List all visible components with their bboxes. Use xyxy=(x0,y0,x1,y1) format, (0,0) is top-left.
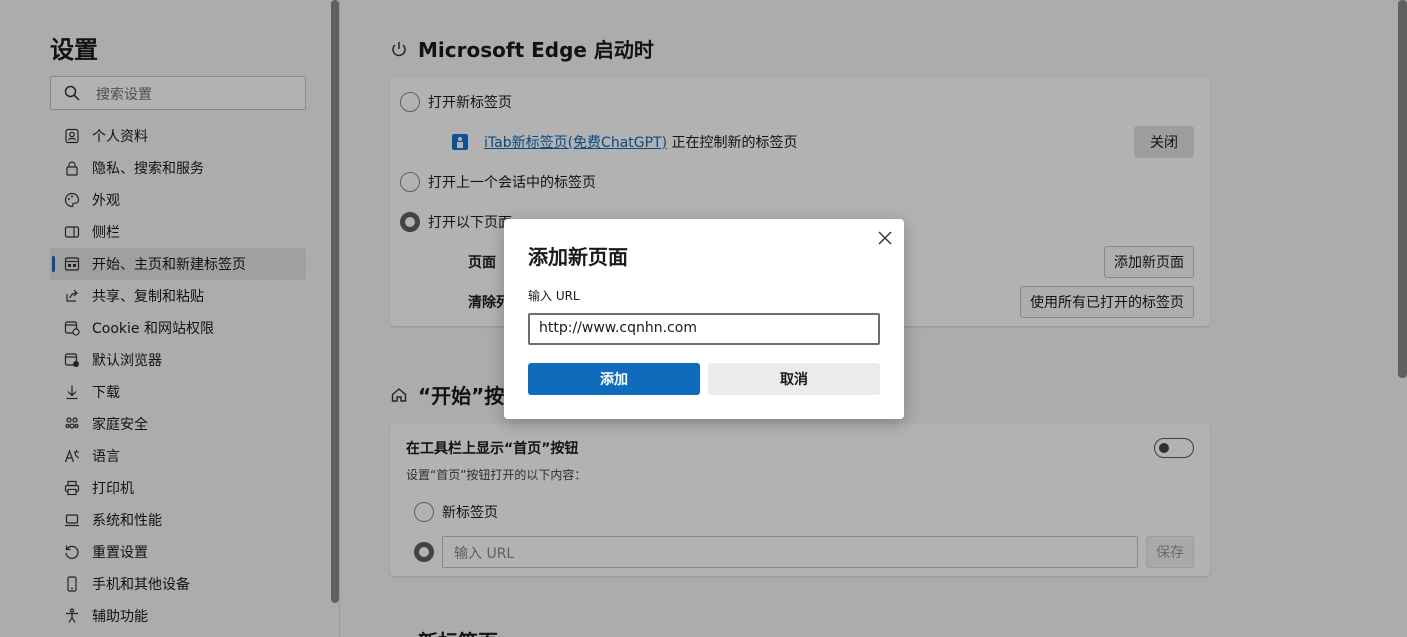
dialog-title: 添加新页面 xyxy=(528,245,628,269)
add-button[interactable]: 添加 xyxy=(528,363,700,395)
url-input[interactable]: http://www.cqnhn.com xyxy=(528,313,880,345)
close-icon xyxy=(878,231,892,245)
dialog-close-button[interactable] xyxy=(874,227,896,249)
add-new-page-dialog: 添加新页面 输入 URL http://www.cqnhn.com 添加 取消 xyxy=(504,219,904,419)
url-field-label: 输入 URL xyxy=(528,289,580,303)
cancel-button[interactable]: 取消 xyxy=(708,363,880,395)
